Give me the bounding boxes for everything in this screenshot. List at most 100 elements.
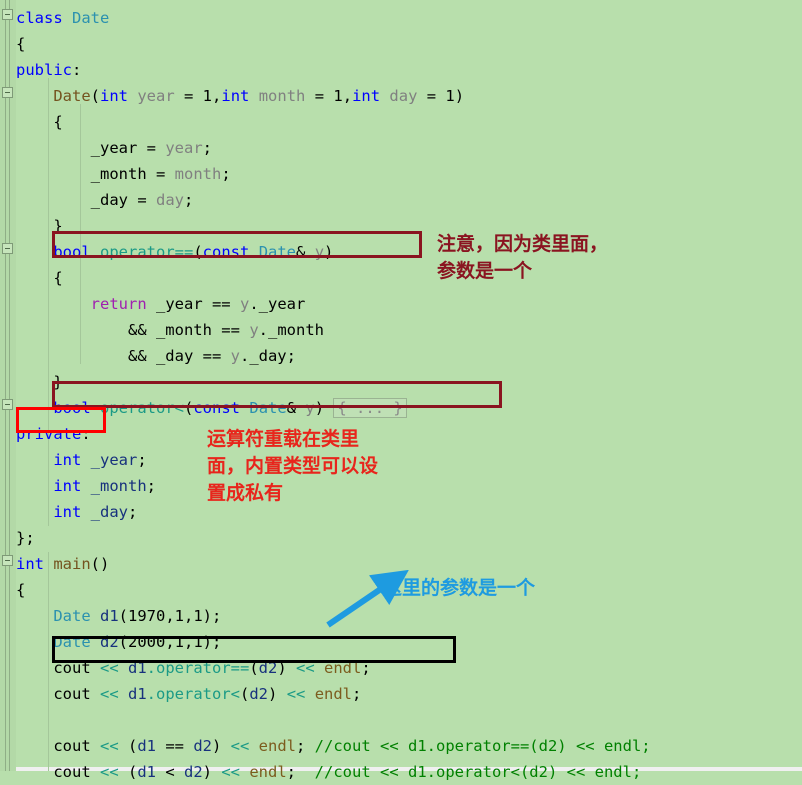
code-line[interactable]: _year = year; bbox=[16, 135, 212, 161]
fold-toggle-icon[interactable] bbox=[2, 9, 13, 20]
gutter-guide-line bbox=[5, 0, 6, 771]
code-token: endl bbox=[258, 737, 296, 755]
code-token: << bbox=[221, 737, 259, 755]
code-line[interactable]: } bbox=[16, 369, 62, 395]
code-token: _day bbox=[90, 503, 128, 521]
code-token: int bbox=[352, 87, 381, 105]
code-line[interactable]: { bbox=[16, 31, 25, 57]
code-token: month bbox=[258, 87, 306, 105]
code-token: const bbox=[193, 399, 241, 417]
code-token: ) bbox=[202, 763, 213, 781]
code-token: { bbox=[16, 35, 26, 53]
code-line[interactable]: cout << (d1 < d2) << endl; //cout << d1.… bbox=[16, 759, 641, 785]
fold-toggle-icon[interactable] bbox=[2, 399, 13, 410]
code-token: year bbox=[137, 87, 175, 105]
code-token: cout bbox=[53, 737, 91, 755]
code-line[interactable]: && _month == y._month bbox=[16, 317, 324, 343]
code-line[interactable]: cout << d1.operator<(d2) << endl; bbox=[16, 681, 361, 707]
code-line[interactable]: public: bbox=[16, 57, 81, 83]
code-token: & bbox=[296, 243, 315, 261]
code-token: ; bbox=[361, 659, 371, 677]
code-line[interactable]: private: bbox=[16, 421, 91, 447]
code-token: bool bbox=[53, 399, 91, 417]
code-token: Date bbox=[53, 607, 91, 625]
code-line[interactable]: bool operator==(const Date& y) bbox=[16, 239, 333, 265]
code-token: Date bbox=[249, 399, 287, 417]
code-token: = bbox=[137, 139, 166, 157]
code-line[interactable]: int main() bbox=[16, 551, 109, 577]
code-line[interactable]: _month = month; bbox=[16, 161, 231, 187]
code-line[interactable]: cout << (d1 == d2) << endl; //cout << d1… bbox=[16, 733, 650, 759]
code-token: int bbox=[100, 87, 128, 105]
code-line[interactable]: Date d2(2000,1,1); bbox=[16, 629, 221, 655]
code-line[interactable]: _day = day; bbox=[16, 187, 194, 213]
code-token: int bbox=[16, 555, 44, 573]
code-token: << bbox=[212, 763, 250, 781]
code-token: _month bbox=[90, 477, 147, 495]
code-token: ; bbox=[352, 685, 362, 703]
code-line[interactable]: Date(int year = 1,int month = 1,int day … bbox=[16, 83, 464, 109]
code-token: int bbox=[53, 503, 82, 521]
fold-toggle-icon[interactable] bbox=[2, 555, 13, 566]
code-token: : bbox=[81, 425, 91, 443]
code-token: ._month bbox=[258, 321, 324, 339]
code-token: << bbox=[90, 737, 128, 755]
code-token: && _month == bbox=[127, 321, 250, 339]
code-token: = bbox=[146, 165, 175, 183]
annotation-private: 运算符重载在类里 面，内置类型可以设 置成私有 bbox=[207, 428, 379, 504]
fold-toggle-icon[interactable] bbox=[2, 87, 13, 98]
fold-toggle-icon[interactable] bbox=[2, 243, 13, 254]
code-line[interactable]: int _year; bbox=[16, 447, 147, 473]
code-token: operator== bbox=[156, 659, 250, 677]
code-line[interactable]: { bbox=[16, 265, 63, 291]
code-line[interactable]: cout << d1.operator==(d2) << endl; bbox=[16, 655, 371, 681]
code-token: == bbox=[156, 737, 194, 755]
code-line[interactable]: Date d1(1970,1,1); bbox=[16, 603, 221, 629]
code-token: = bbox=[127, 191, 156, 209]
code-token: 1 bbox=[445, 87, 455, 105]
code-editor[interactable]: class Date { public: Date(int year = 1,int… bbox=[0, 0, 802, 781]
code-line[interactable]: && _day == y._day; bbox=[16, 343, 296, 369]
code-token: d1 bbox=[127, 685, 147, 703]
code-token: , bbox=[212, 87, 222, 105]
code-token: month bbox=[174, 165, 222, 183]
code-token: day bbox=[155, 191, 184, 209]
code-text-area[interactable]: class Date { public: Date(int year = 1,int… bbox=[16, 0, 802, 781]
code-line[interactable]: int _day; bbox=[16, 499, 137, 525]
code-token: y bbox=[249, 321, 259, 339]
code-token: Date bbox=[258, 243, 297, 261]
gutter-guide-line-secondary bbox=[9, 0, 10, 771]
code-token: << bbox=[90, 763, 128, 781]
code-token: y bbox=[239, 295, 250, 313]
code-line[interactable]: bool operator<(const Date& y) { ... } bbox=[16, 395, 407, 421]
code-token: _year bbox=[90, 451, 138, 469]
code-token: ; bbox=[128, 503, 138, 521]
code-token: year bbox=[165, 139, 203, 157]
code-line[interactable]: }; bbox=[16, 525, 35, 551]
code-token: _month bbox=[90, 165, 147, 183]
code-token: ; bbox=[137, 451, 147, 469]
code-line[interactable]: return _year == y._year bbox=[16, 291, 306, 317]
code-token: { bbox=[53, 269, 63, 287]
code-token: public bbox=[16, 61, 72, 79]
code-line[interactable]: { bbox=[16, 109, 62, 135]
code-token: && _day == bbox=[127, 347, 231, 365]
code-token: , bbox=[342, 87, 353, 105]
code-line[interactable]: } bbox=[16, 213, 62, 239]
code-token: _year == bbox=[146, 295, 240, 313]
code-token: < bbox=[156, 763, 184, 781]
code-token: int bbox=[53, 451, 82, 469]
code-line[interactable]: int _month; bbox=[16, 473, 156, 499]
code-line[interactable]: { bbox=[16, 577, 25, 603]
code-line[interactable]: class Date bbox=[16, 5, 109, 31]
